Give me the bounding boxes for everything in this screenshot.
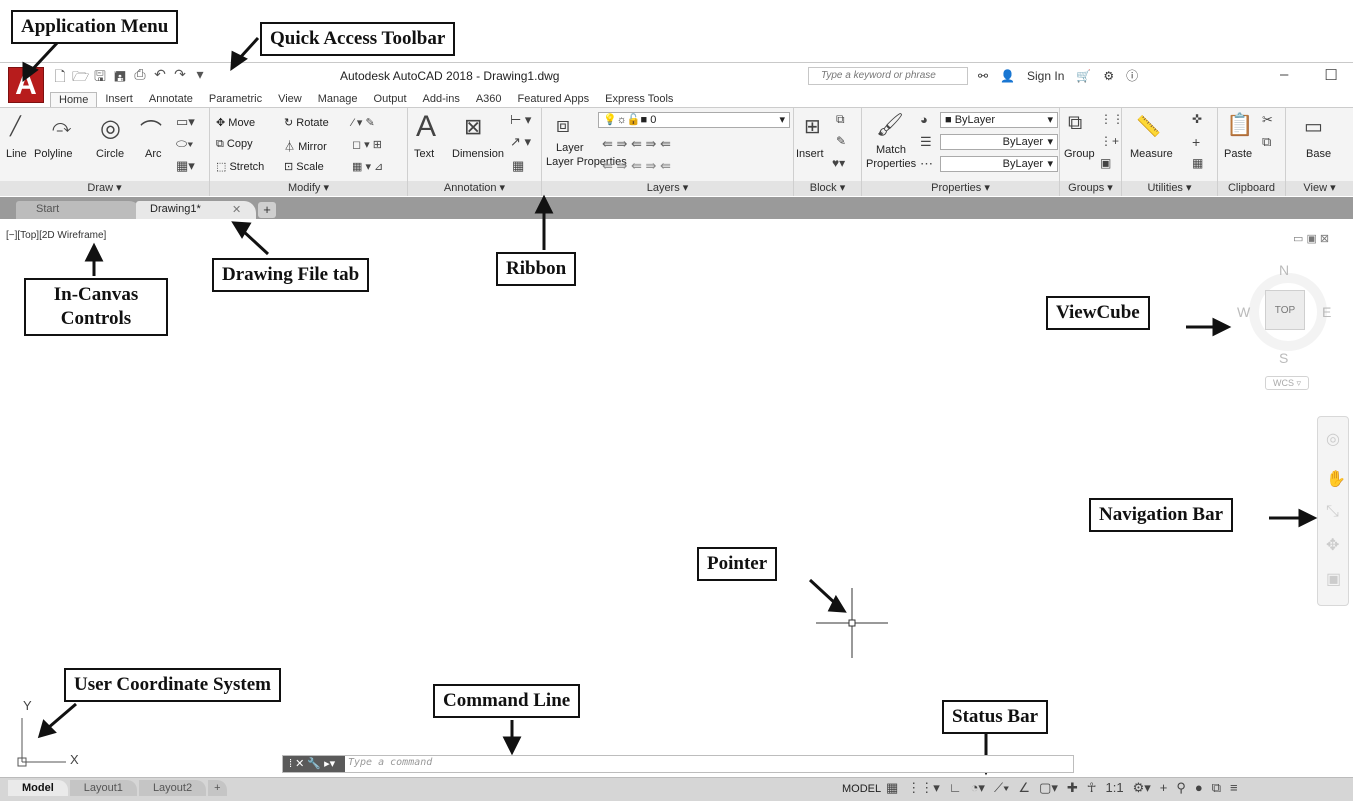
tab-model[interactable]: Model [8,780,68,796]
callout-pointer: Pointer [697,547,778,581]
model-space-label[interactable]: MODEL [842,783,881,795]
snap-icon[interactable]: ⋮⋮▾ [907,780,940,796]
command-input[interactable]: Type a command [348,757,432,768]
annotation-scale-icon[interactable]: ☥ [1087,780,1097,796]
isolate-icon[interactable]: ● [1195,780,1203,796]
polar-icon[interactable]: ◔▾ [971,780,985,796]
grid-icon[interactable]: ▦ [886,780,898,796]
clean-screen-icon[interactable]: ⧉ [1212,780,1221,796]
callout-quick-access-toolbar: Quick Access Toolbar [260,22,456,56]
callout-command-line: Command Line [433,684,581,718]
command-line-tools[interactable]: ⁞ ✕ 🔧 ▸▾ [283,756,345,772]
status-bar-icons: ▦ ⋮⋮▾ ∟ ◔▾ ⟋▾ ∠ ▢▾ ✚ ☥ 1:1 ⚙▾ + ⚲ ● ⧉ ≡ [886,780,1238,796]
callout-viewcube: ViewCube [1046,296,1150,330]
ucs-x-axis-label: X [70,752,79,767]
callout-arrows [22,36,1318,776]
tab-layout2[interactable]: Layout2 [138,780,207,796]
ucs-y-axis-label: Y [23,698,32,713]
crosshair-pointer [816,588,888,658]
ortho-icon[interactable]: ∟ [949,780,962,796]
units-icon[interactable]: ⚲ [1176,780,1186,796]
callout-user-coordinate-system: User Coordinate System [64,668,282,702]
add-layout-button[interactable]: + [208,780,227,796]
plus-icon[interactable]: + [1160,780,1168,796]
callout-status-bar: Status Bar [942,700,1049,734]
callout-ribbon: Ribbon [496,252,577,286]
callout-in-canvas-controls: In-Canvas Controls [24,278,168,336]
layout-tabs: Model Layout1 Layout2 + [8,780,227,796]
callout-drawing-file-tab: Drawing File tab [212,258,370,292]
tab-layout1[interactable]: Layout1 [69,780,137,796]
customize-menu-icon[interactable]: ≡ [1230,780,1238,796]
object-snap-icon[interactable]: ▢▾ [1039,780,1058,796]
object-snap-tracking-icon[interactable]: ∠ [1018,780,1030,796]
callout-navigation-bar: Navigation Bar [1089,498,1234,532]
scale-label[interactable]: 1:1 [1105,780,1123,796]
workspace-gear-icon[interactable]: ⚙▾ [1133,780,1151,796]
callout-application-menu: Application Menu [11,10,179,44]
isodraft-icon[interactable]: ⟋▾ [994,780,1009,796]
annotation-visibility-icon[interactable]: ✚ [1067,780,1078,796]
